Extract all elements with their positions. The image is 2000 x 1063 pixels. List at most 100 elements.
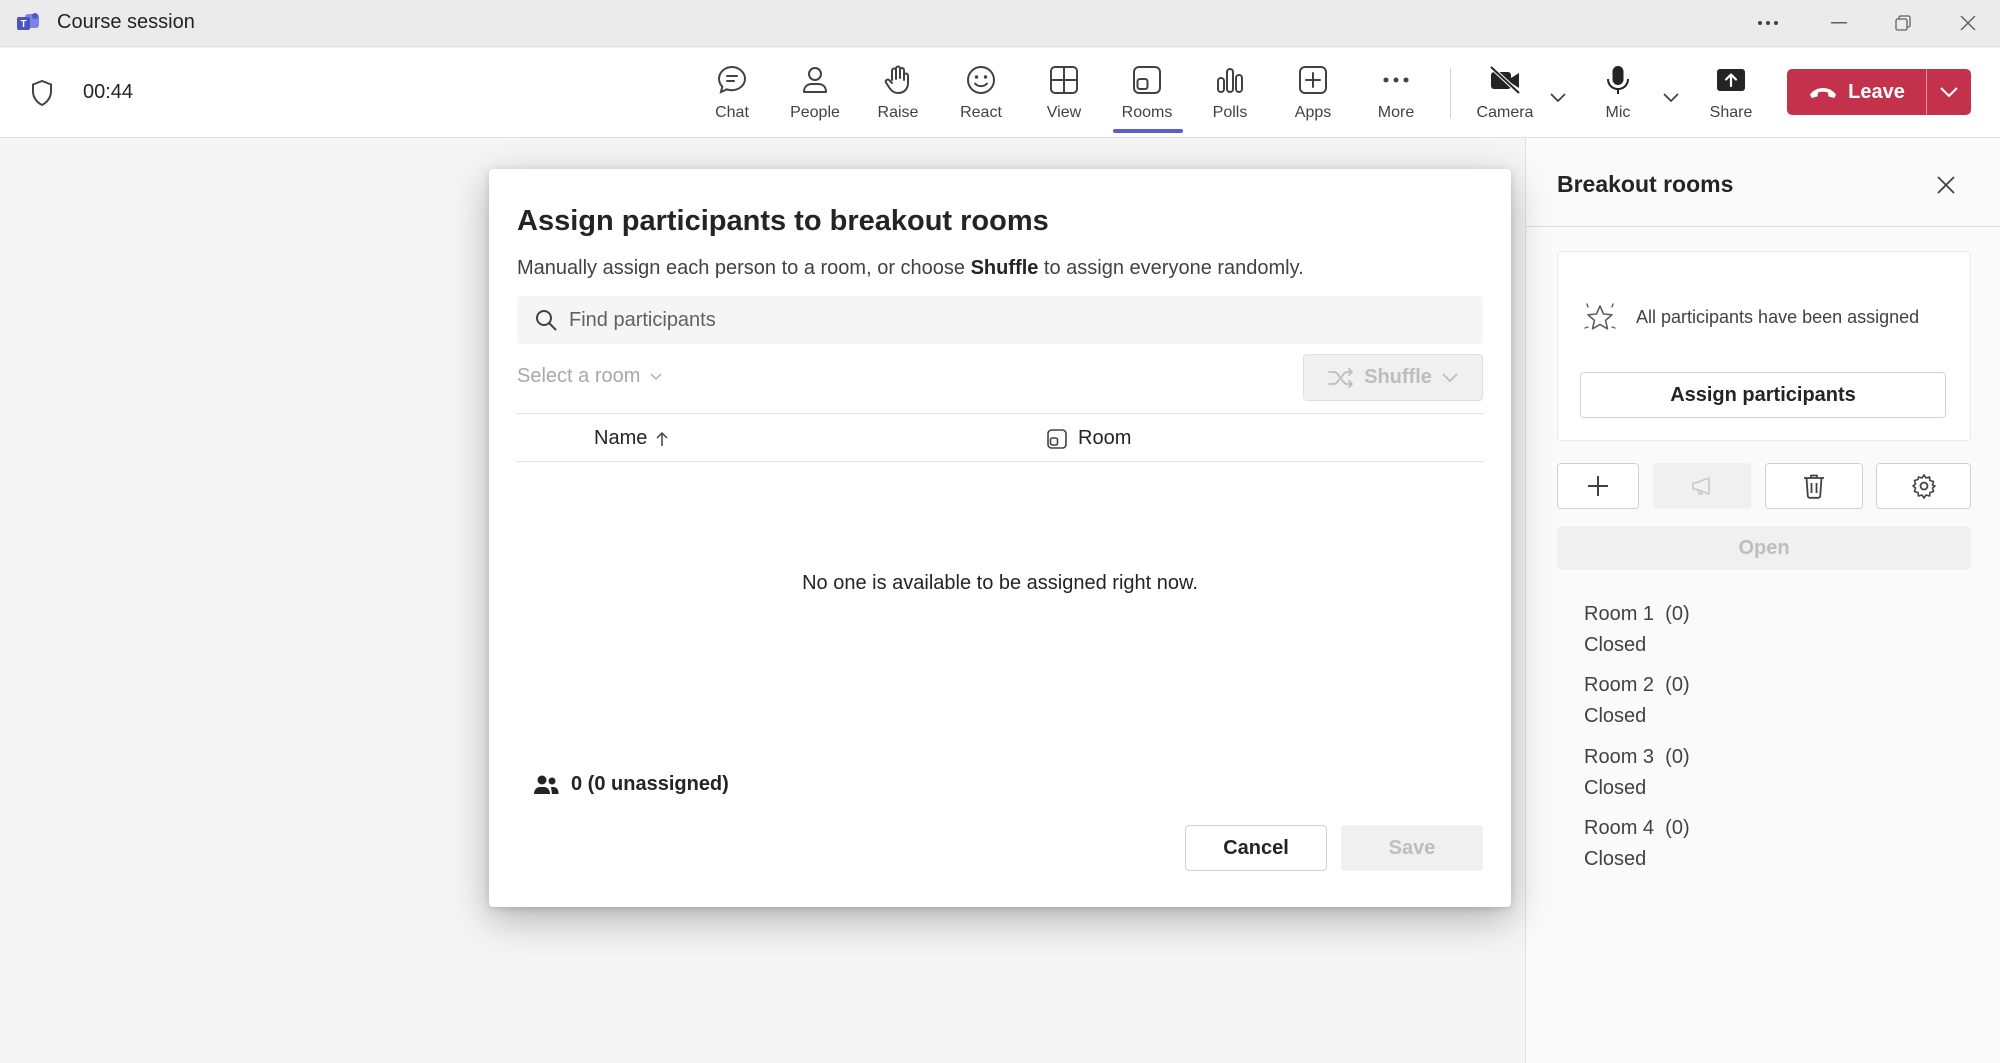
chevron-down-icon: [1940, 86, 1958, 97]
more-label: More: [1377, 104, 1415, 121]
grid-icon: [1050, 66, 1078, 94]
select-room-dropdown[interactable]: Select a room: [517, 365, 662, 388]
minimize-icon: [1831, 22, 1847, 24]
search-box: [517, 296, 1483, 344]
leave-options-chevron[interactable]: [1927, 69, 1971, 115]
restore-icon: [1895, 15, 1911, 31]
leave-label: Leave: [1848, 80, 1905, 103]
save-button[interactable]: Save: [1341, 825, 1483, 871]
cancel-button[interactable]: Cancel: [1185, 825, 1327, 871]
share-icon: [1717, 69, 1745, 91]
more-button[interactable]: More: [1358, 60, 1434, 128]
find-participants-input[interactable]: [569, 308, 1449, 332]
share-label: Share: [1709, 104, 1753, 121]
panel-close-button[interactable]: [1931, 170, 1961, 200]
people-icon: [803, 67, 827, 93]
room-name: Room 4: [1584, 817, 1655, 839]
empty-state-message: No one is available to be assigned right…: [802, 572, 1198, 594]
rooms-label: Rooms: [1121, 104, 1173, 121]
room-status: Closed: [1584, 705, 1647, 727]
room-count: (0): [1665, 674, 1690, 696]
panel-title: Breakout rooms: [1557, 171, 1734, 197]
people-icon: [534, 775, 559, 794]
raise-label: Raise: [877, 104, 919, 121]
close-icon: [1937, 176, 1955, 194]
chevron-down-icon: [650, 372, 662, 380]
window-more-button[interactable]: [1738, 6, 1798, 40]
camera-options-chevron[interactable]: [1546, 86, 1570, 110]
restore-button[interactable]: [1873, 6, 1933, 40]
mic-button[interactable]: Mic: [1580, 60, 1656, 128]
select-room-label: Select a room: [517, 365, 641, 387]
breakout-rooms-panel: Breakout rooms All participants have bee…: [1525, 138, 2000, 1063]
apps-button[interactable]: Apps: [1275, 60, 1351, 128]
room-column-header[interactable]: Room: [1046, 427, 1131, 450]
assign-participants-button[interactable]: Assign participants: [1580, 372, 1946, 418]
participant-count: 0 (0 unassigned): [533, 773, 729, 796]
announcement-button[interactable]: [1653, 463, 1751, 509]
gear-icon: [1911, 474, 1936, 499]
room-name: Room 2: [1584, 674, 1655, 696]
chat-label: Chat: [715, 104, 749, 121]
participant-count-text: 0 (0 unassigned): [571, 773, 729, 795]
open-rooms-button[interactable]: Open: [1557, 526, 1971, 570]
view-button[interactable]: View: [1026, 60, 1102, 128]
plus-box-icon: [1299, 66, 1327, 94]
close-window-button[interactable]: [1938, 6, 1998, 40]
view-label: View: [1046, 104, 1082, 121]
room-list-item[interactable]: Room 2 (0) Closed: [1584, 670, 1690, 732]
teams-logo-icon: T: [17, 13, 39, 30]
hang-up-icon: [1810, 88, 1837, 98]
shuffle-icon: [1328, 367, 1354, 388]
room-settings-button[interactable]: [1876, 463, 1971, 509]
raise-hand-button[interactable]: Raise: [860, 60, 936, 128]
room-name: Room 3: [1584, 746, 1655, 768]
add-room-button[interactable]: [1557, 463, 1639, 509]
trash-icon: [1804, 474, 1824, 499]
dialog-title: Assign participants to breakout rooms: [517, 205, 1049, 237]
polls-button[interactable]: Polls: [1192, 60, 1268, 128]
assign-participants-dialog: Assign participants to breakout rooms Ma…: [489, 169, 1511, 907]
people-button[interactable]: People: [777, 60, 853, 128]
rooms-icon: [1047, 428, 1067, 449]
search-icon: [536, 310, 557, 331]
room-list-item[interactable]: Room 1 (0) Closed: [1584, 599, 1690, 661]
camera-button[interactable]: Camera: [1467, 60, 1543, 128]
polls-icon: [1217, 68, 1243, 93]
table-header-divider: [517, 461, 1483, 462]
smiley-icon: [967, 66, 995, 94]
svg-text:T: T: [20, 19, 26, 30]
people-label: People: [790, 104, 840, 121]
mic-label: Mic: [1605, 104, 1631, 121]
chevron-down-icon: [1550, 93, 1566, 103]
shuffle-button[interactable]: Shuffle: [1303, 354, 1483, 401]
panel-divider: [1526, 226, 2000, 227]
dialog-description: Manually assign each person to a room, o…: [517, 257, 1304, 279]
mic-options-chevron[interactable]: [1659, 86, 1683, 110]
room-count: (0): [1665, 603, 1690, 625]
room-count: (0): [1665, 817, 1690, 839]
react-button[interactable]: React: [943, 60, 1019, 128]
leave-button[interactable]: Leave: [1787, 69, 1927, 115]
name-column-header[interactable]: Name: [594, 427, 669, 450]
room-list-item[interactable]: Room 4 (0) Closed: [1584, 813, 1690, 875]
plus-icon: [1588, 476, 1608, 496]
rooms-button[interactable]: Rooms: [1109, 60, 1185, 128]
camera-off-icon: [1489, 65, 1521, 95]
delete-rooms-button[interactable]: [1765, 463, 1863, 509]
chat-button[interactable]: Chat: [694, 60, 770, 128]
table-top-divider: [517, 413, 1483, 414]
meeting-timer: 00:44: [83, 81, 134, 103]
close-icon: [1960, 15, 1976, 31]
room-status: Closed: [1584, 634, 1647, 656]
toolbar-separator: [1450, 68, 1451, 118]
window-title: Course session: [57, 11, 195, 33]
shield-icon: [32, 79, 52, 107]
assigned-status-text: All participants have been assigned: [1636, 307, 1920, 327]
room-list-item[interactable]: Room 3 (0) Closed: [1584, 742, 1690, 804]
megaphone-icon: [1692, 477, 1710, 495]
chat-icon: [717, 65, 747, 94]
camera-label: Camera: [1476, 104, 1534, 121]
share-button[interactable]: Share: [1693, 60, 1769, 128]
minimize-button[interactable]: [1809, 6, 1869, 40]
